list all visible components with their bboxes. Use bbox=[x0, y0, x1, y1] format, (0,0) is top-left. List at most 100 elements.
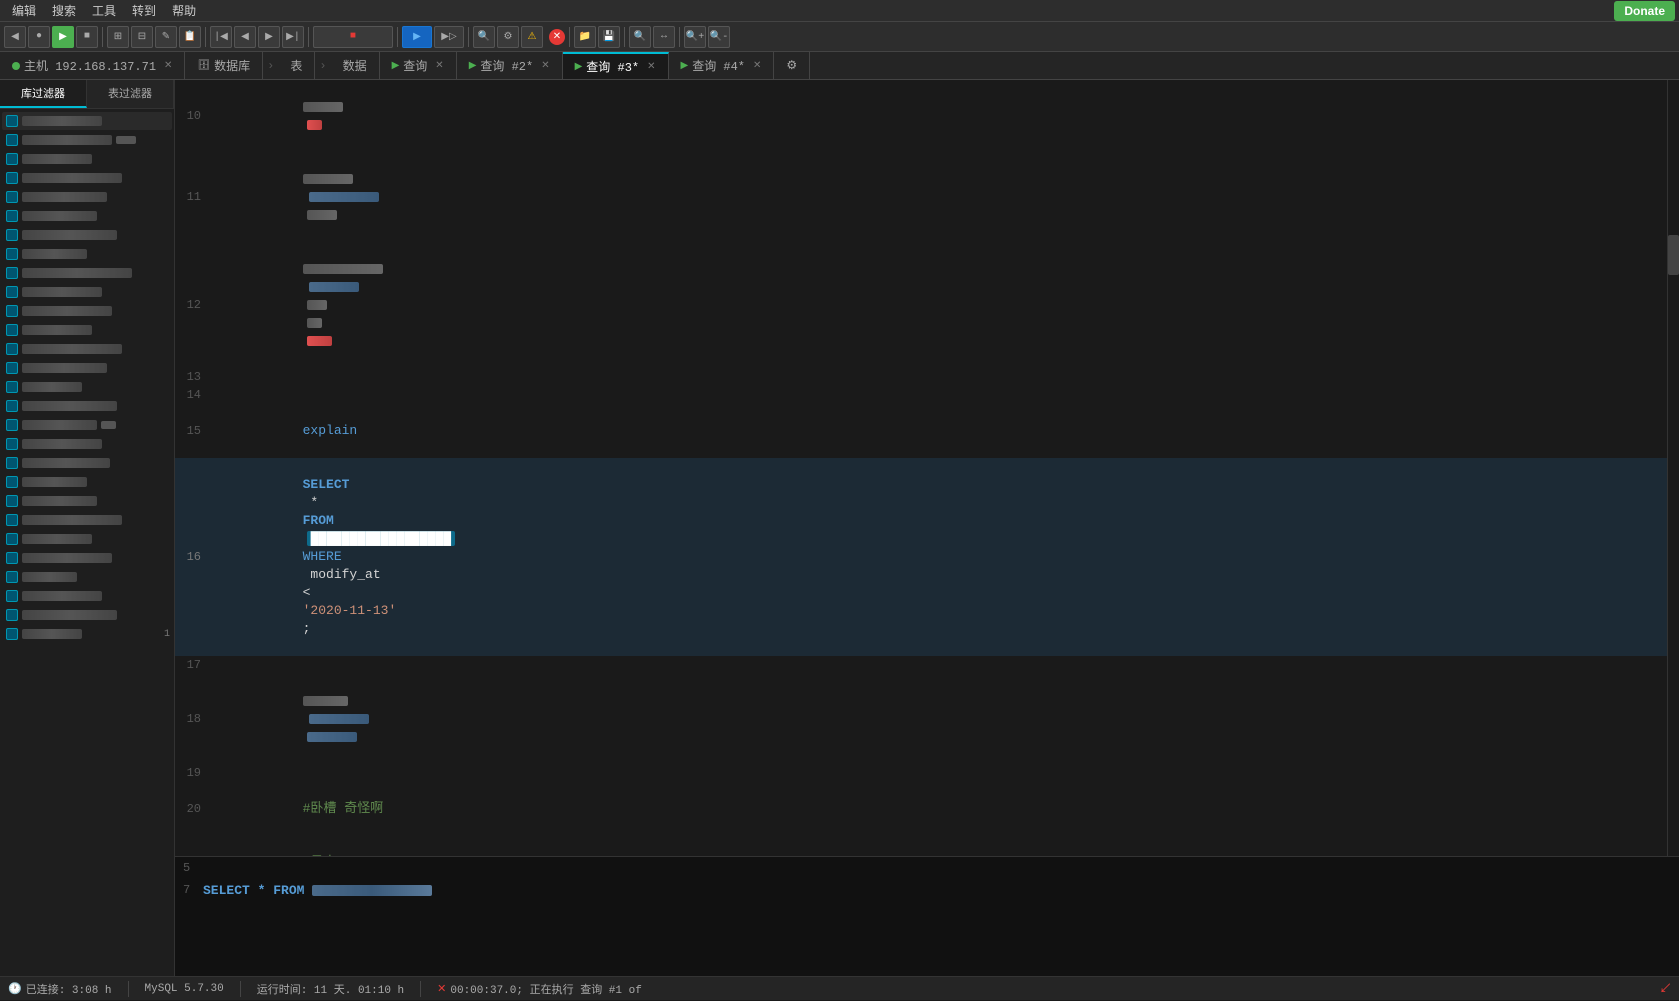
toolbar-btn-10[interactable]: ◀ bbox=[234, 26, 256, 48]
tab-connection[interactable]: 主机 192.168.137.71 ✕ bbox=[0, 52, 185, 79]
blur-12b bbox=[309, 282, 359, 292]
menu-goto[interactable]: 转到 bbox=[124, 0, 164, 21]
toolbar-btn-search2[interactable]: ⚙ bbox=[497, 26, 519, 48]
sidebar-row-18[interactable] bbox=[2, 435, 172, 453]
clock-icon: 🕐 bbox=[8, 982, 22, 996]
sidebar-row-27[interactable] bbox=[2, 606, 172, 624]
toolbar-btn-warn[interactable]: ⚠ bbox=[521, 26, 543, 48]
status-mysql-text: MySQL 5.7.30 bbox=[145, 983, 224, 995]
sidebar-row-8[interactable] bbox=[2, 245, 172, 263]
sidebar-row-20[interactable] bbox=[2, 473, 172, 491]
toolbar-btn-zoom-in[interactable]: 🔍+ bbox=[684, 26, 706, 48]
tab-query4[interactable]: ▶ 查询 #4* ✕ bbox=[669, 52, 775, 79]
sidebar-row-15[interactable] bbox=[2, 378, 172, 396]
toolbar-btn-4[interactable]: ■ bbox=[76, 26, 98, 48]
toolbar-btn-13[interactable]: ■ bbox=[313, 26, 393, 48]
editor-container: 10 11 12 bbox=[175, 80, 1679, 976]
toolbar-btn-9[interactable]: |◀ bbox=[210, 26, 232, 48]
sidebar-item-icon-28 bbox=[6, 628, 18, 640]
sidebar-row-21[interactable] bbox=[2, 492, 172, 510]
sidebar-item-text-18 bbox=[22, 439, 102, 449]
sidebar-row-9[interactable] bbox=[2, 264, 172, 282]
mini-scrollbar[interactable] bbox=[1667, 80, 1679, 856]
toolbar-btn-2[interactable]: ● bbox=[28, 26, 50, 48]
sidebar-row-25[interactable] bbox=[2, 568, 172, 586]
sidebar-page-num: 1 bbox=[164, 629, 170, 640]
scrollbar-thumb[interactable] bbox=[1668, 235, 1679, 275]
sidebar-tab-table-filter[interactable]: 表过滤器 bbox=[87, 80, 174, 108]
menu-edit[interactable]: 编辑 bbox=[4, 0, 44, 21]
code-editor[interactable]: 10 11 12 bbox=[175, 80, 1679, 856]
toolbar-btn-run2[interactable]: ▶▷ bbox=[434, 26, 464, 48]
sidebar-row-13[interactable] bbox=[2, 340, 172, 358]
tab-connection-close[interactable]: ✕ bbox=[164, 60, 172, 72]
tab-query3-close[interactable]: ✕ bbox=[647, 61, 655, 73]
tab-table[interactable]: 表 bbox=[278, 52, 315, 79]
sidebar-row-28[interactable]: 1 bbox=[2, 625, 172, 643]
table-name-highlight: ██████████████████ bbox=[307, 531, 455, 546]
toolbar-btn-6[interactable]: ⊟ bbox=[131, 26, 153, 48]
toolbar-btn-11[interactable]: ▶ bbox=[258, 26, 280, 48]
tab-database[interactable]: 🗄 数据库 bbox=[185, 52, 263, 79]
sidebar-item-icon-1 bbox=[6, 115, 18, 127]
sidebar-row-5[interactable] bbox=[2, 188, 172, 206]
sidebar-row-1[interactable] bbox=[2, 112, 172, 130]
toolbar-btn-5[interactable]: ⊞ bbox=[107, 26, 129, 48]
sidebar-row-16[interactable] bbox=[2, 397, 172, 415]
toolbar-btn-1[interactable]: ◀ bbox=[4, 26, 26, 48]
code-line-10: 10 bbox=[175, 80, 1679, 152]
donate-button[interactable]: Donate bbox=[1614, 1, 1675, 21]
tab-query1-close[interactable]: ✕ bbox=[435, 60, 443, 72]
menu-tools[interactable]: 工具 bbox=[84, 0, 124, 21]
sidebar-row-26[interactable] bbox=[2, 587, 172, 605]
toolbar-btn-8[interactable]: 📋 bbox=[179, 26, 201, 48]
kw-select: SELECT bbox=[303, 477, 350, 492]
bottom-query-panel[interactable]: 5 7 SELECT * FROM bbox=[175, 856, 1679, 976]
sidebar-row-19[interactable] bbox=[2, 454, 172, 472]
tab-settings[interactable]: ⚙ bbox=[774, 52, 810, 79]
sidebar-row-24[interactable] bbox=[2, 549, 172, 567]
sidebar-row-23[interactable] bbox=[2, 530, 172, 548]
sidebar-row-14[interactable] bbox=[2, 359, 172, 377]
toolbar-btn-search[interactable]: 🔍 bbox=[473, 26, 495, 48]
menu-search[interactable]: 搜索 bbox=[44, 0, 84, 21]
toolbar-btn-12[interactable]: ▶| bbox=[282, 26, 304, 48]
tab-query3[interactable]: ▶ 查询 #3* ✕ bbox=[563, 52, 669, 79]
toolbar-btn-run[interactable]: ▶ bbox=[402, 26, 432, 48]
sidebar-item-icon-27 bbox=[6, 609, 18, 621]
comment-20: #卧槽 奇怪啊 bbox=[303, 801, 384, 816]
status-mysql: MySQL 5.7.30 bbox=[145, 983, 224, 995]
sidebar-row-6[interactable] bbox=[2, 207, 172, 225]
sidebar-row-10[interactable] bbox=[2, 283, 172, 301]
line-num-18: 18 bbox=[179, 710, 209, 728]
toolbar-btn-3[interactable]: ▶ bbox=[52, 26, 74, 48]
toolbar-btn-zoom-out[interactable]: 🔍- bbox=[708, 26, 730, 48]
toolbar-sep-3 bbox=[308, 27, 309, 47]
tab-query2[interactable]: ▶ 查询 #2* ✕ bbox=[457, 52, 563, 79]
sidebar-tab-db-filter[interactable]: 库过滤器 bbox=[0, 80, 87, 108]
sidebar-row-17[interactable] bbox=[2, 416, 172, 434]
toolbar-btn-save[interactable]: 💾 bbox=[598, 26, 620, 48]
sidebar-row-22[interactable] bbox=[2, 511, 172, 529]
sidebar-row-4[interactable] bbox=[2, 169, 172, 187]
sidebar-row-11[interactable] bbox=[2, 302, 172, 320]
tab-query2-close[interactable]: ✕ bbox=[541, 60, 549, 72]
tab-data[interactable]: 数据 bbox=[331, 52, 380, 79]
sidebar-item-badge-2 bbox=[116, 136, 136, 144]
sidebar-item-text-6 bbox=[22, 211, 97, 221]
toolbar-sep-8 bbox=[679, 27, 680, 47]
settings-icon: ⚙ bbox=[786, 58, 797, 73]
sidebar-row-2[interactable] bbox=[2, 131, 172, 149]
tab-query1[interactable]: ▶ 查询 ✕ bbox=[380, 52, 457, 79]
menu-help[interactable]: 帮助 bbox=[164, 0, 204, 21]
sidebar-row-7[interactable] bbox=[2, 226, 172, 244]
sidebar-item-text-24 bbox=[22, 553, 112, 563]
toolbar-btn-replace[interactable]: ↔ bbox=[653, 26, 675, 48]
toolbar-btn-find[interactable]: 🔍 bbox=[629, 26, 651, 48]
toolbar-btn-file[interactable]: 📁 bbox=[574, 26, 596, 48]
toolbar-btn-7[interactable]: ✎ bbox=[155, 26, 177, 48]
tab-query4-close[interactable]: ✕ bbox=[753, 60, 761, 72]
menu-bar: 编辑 搜索 工具 转到 帮助 Donate bbox=[0, 0, 1679, 22]
sidebar-row-12[interactable] bbox=[2, 321, 172, 339]
sidebar-row-3[interactable] bbox=[2, 150, 172, 168]
